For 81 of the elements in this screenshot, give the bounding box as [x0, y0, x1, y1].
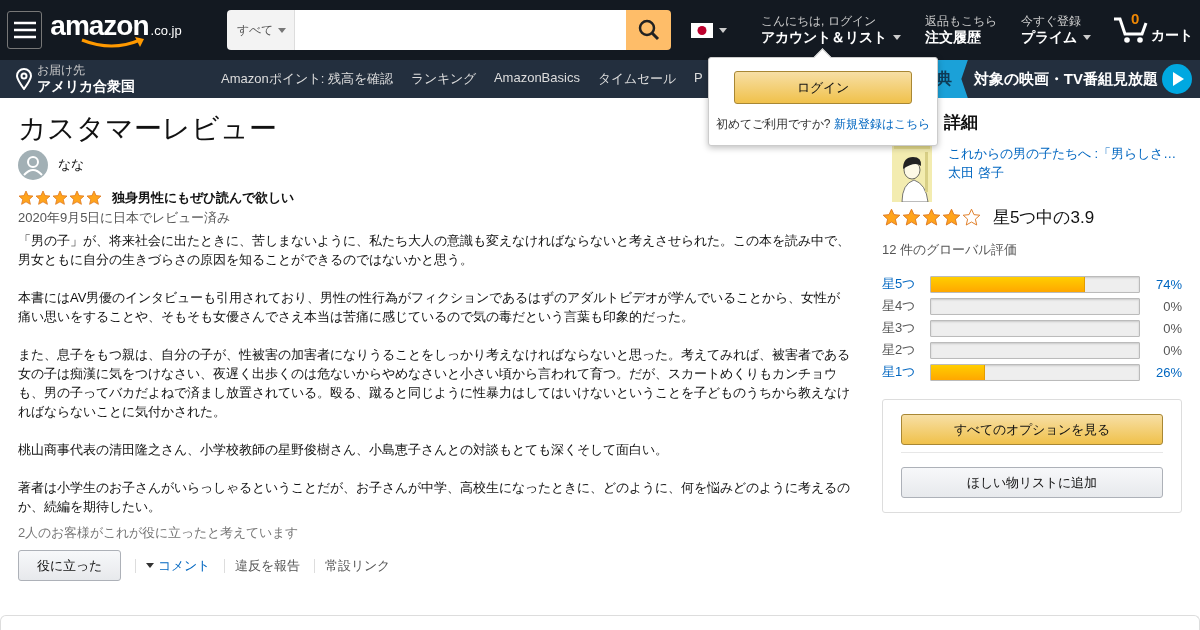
menu-icon [13, 21, 36, 39]
author-link[interactable]: 太田 啓子 [948, 163, 1177, 182]
play-icon[interactable] [1162, 64, 1192, 94]
orders-menu[interactable]: 返品もこちら 注文履歴 [919, 14, 1003, 46]
helpful-count: 2人のお客様がこれが役に立ったと考えています [18, 524, 300, 542]
comment-link[interactable]: コメント [146, 556, 210, 575]
logo-domain: .co.jp [150, 23, 182, 38]
caret-icon [278, 27, 287, 33]
report-link[interactable]: 違反を報告 [235, 556, 300, 575]
category-dropdown[interactable]: すべて [227, 10, 296, 50]
star-icon [18, 190, 34, 206]
star-icon [882, 208, 901, 227]
deliver-to-country: アメリカ合衆国 [37, 77, 135, 95]
average-rating: 星5つ中の3.9 [993, 207, 1095, 229]
star-level-label[interactable]: 星1つ [882, 363, 930, 381]
returns-text: 返品もこちら [925, 14, 997, 28]
review-date: 2020年9月5日に日本でレビュー済み [18, 209, 232, 227]
global-ratings-count: 12 件のグローバル評価 [882, 241, 1019, 259]
signup-text: 今すぐ登録 [1021, 14, 1082, 28]
deliver-to-label: お届け先 [37, 63, 86, 77]
search-field[interactable] [295, 10, 626, 50]
rating-percent: 0% [1162, 298, 1182, 314]
avatar-icon [18, 150, 48, 180]
prime-menu[interactable]: 今すぐ登録 プライム [1015, 14, 1097, 46]
orders-label: 注文履歴 [925, 28, 982, 46]
nav-link[interactable]: P [693, 70, 703, 88]
rating-percent[interactable]: 74% [1140, 276, 1182, 292]
review-headline[interactable]: 独身男性にもぜひ読んで欲しい [112, 189, 294, 207]
star-icon [69, 190, 85, 206]
star-level-label: 星2つ [882, 341, 917, 359]
flag-icon [691, 22, 713, 38]
reviewer-name[interactable]: なな [58, 156, 84, 174]
caret-icon [893, 34, 901, 40]
star-icon [902, 208, 921, 227]
location-pin-icon [15, 68, 33, 90]
star-icon [52, 190, 68, 206]
nav-link[interactable]: Amazonポイント: 残高を確認 [221, 70, 393, 88]
promo-text[interactable]: 対象の映画・TV番組見放題 [973, 69, 1158, 89]
prime-label: プライム [1021, 28, 1077, 46]
star-level-label: 星4つ [882, 297, 917, 315]
star-icon [35, 190, 51, 206]
menu-button[interactable] [7, 11, 43, 49]
review-paragraph: また、息子をもつ親は、自分の子が、性被害の加害者になりうることをしっかり考えなければならないと思った。考えてみれば、被害者である女の子は痴漢に気をつけなさい、夜遅く出歩くのは危ないからやめなさいと小さい頃から言われて育つ。だが、スカートめくりもカンチョウも、男の子ってバカだよねで済まし放置されている。殴る、蹴ると同じように性暴力はしてはいけないということを子どものうちから教えなければならないことに気付かされた。 [18, 346, 851, 421]
search-button[interactable] [626, 10, 671, 50]
review-paragraph: 著者は小学生のお子さんがいらっしゃるということだが、お子さんが中学、高校生になったときに、どのように、何を悩みどのように考えるのか、続編を期待したい。 [18, 479, 851, 516]
account-menu[interactable]: こんにちは, ログイン アカウント＆リスト [755, 14, 907, 46]
options-button[interactable]: すべてのオプションを見る [901, 414, 1163, 445]
nav-link[interactable]: タイムセール [597, 70, 676, 88]
product-title-link[interactable]: これからの男の子たちへ :「男らしさ… [948, 144, 1177, 163]
nav-link[interactable]: ランキング [410, 70, 476, 88]
star-level-label[interactable]: 星5つ [882, 275, 930, 293]
account-label: アカウント＆リスト [761, 28, 887, 46]
page-title: カスタマーレビュー [18, 112, 277, 146]
review-paragraph: 「男の子」が、将来社会に出たときに、苦しまないように、私たち大人の意識も変えなければならないと考えさせられた。この本を読み中で、男女ともに自分の生きづらさの原因を知ることができるのではないかと思う。 [18, 232, 851, 269]
star-icon [922, 208, 941, 227]
wishlist-button[interactable]: ほしい物リストに追加 [901, 467, 1163, 498]
rating-percent: 0% [1162, 342, 1182, 358]
rating-percent: 0% [1162, 320, 1182, 336]
nav-link[interactable]: AmazonBasics [493, 70, 580, 88]
login-button[interactable]: ログイン [734, 71, 912, 104]
signup-link[interactable]: 新規登録はこちら [834, 116, 931, 133]
delivery-location[interactable]: お届け先 アメリカ合衆国 [0, 63, 205, 95]
star-icon [942, 208, 961, 227]
star-icon [962, 208, 981, 227]
new-customer-text: 初めてご利用ですか? [715, 116, 831, 133]
smile-arrow-icon [80, 37, 147, 49]
helpful-button[interactable]: 役に立った [18, 550, 121, 581]
logo-text[interactable]: amazon [50, 11, 149, 41]
caret-icon [146, 563, 154, 568]
star-icon [86, 190, 102, 206]
caret-icon [1083, 34, 1091, 40]
search-icon [637, 19, 660, 41]
rating-percent[interactable]: 26% [1140, 364, 1182, 380]
star-level-label: 星3つ [882, 319, 917, 337]
review-paragraph: 本書にはAV男優のインタビューも引用されており、男性の性行為がフィクションであるはずのアダルトビデオが学んでいることから、女性が痛い思いをすることや、そもそも女優さんでさえ本当は苦痛に感じているので気の毒だという言葉も印象的だった。 [18, 289, 842, 326]
caret-icon [719, 27, 727, 33]
cart-label: カート [1151, 26, 1193, 44]
permalink[interactable]: 常設リンク [325, 556, 390, 575]
details-heading: 詳細 [944, 112, 979, 134]
greeting-text: こんにちは, ログイン [761, 14, 877, 28]
review-paragraph: 桃山商事代表の清田隆之さん、小学校教師の星野俊樹さん、小島恵子さんとの対談もとても深くそして面白い。 [18, 441, 669, 459]
